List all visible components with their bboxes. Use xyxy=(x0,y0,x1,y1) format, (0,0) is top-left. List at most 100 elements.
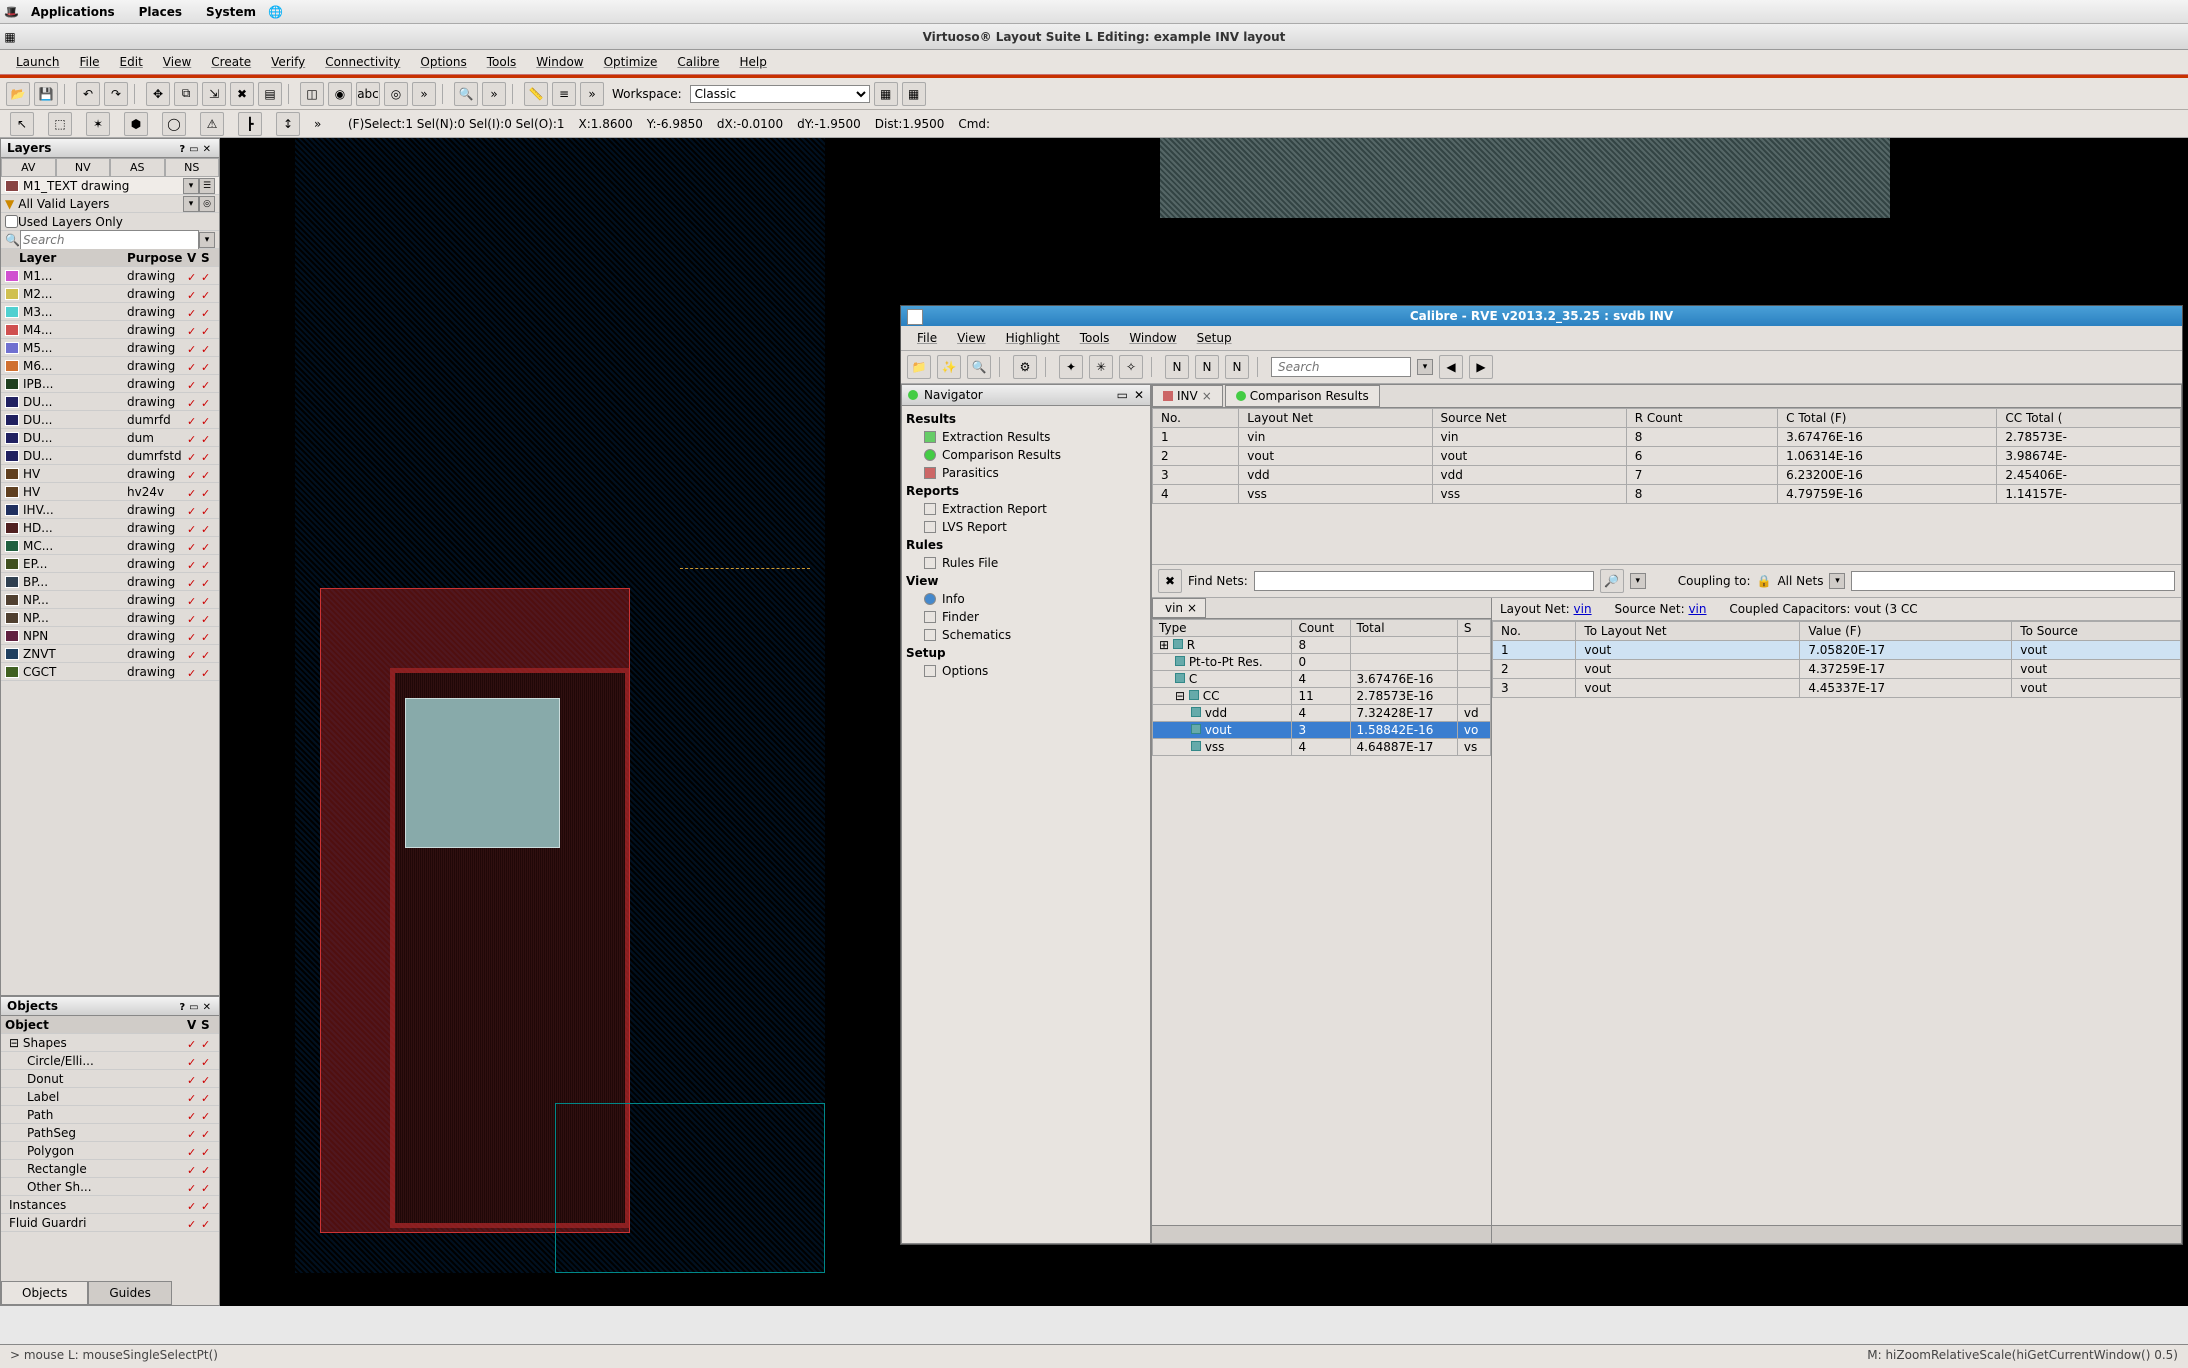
menu-create[interactable]: Create xyxy=(201,52,261,72)
more-icon[interactable]: » xyxy=(314,117,334,131)
col-ctotal[interactable]: C Total (F) xyxy=(1778,409,1997,428)
visible-check[interactable] xyxy=(187,378,201,390)
wire-icon[interactable]: ◎ xyxy=(384,82,408,106)
cmenu-file[interactable]: File xyxy=(907,329,947,347)
col-layout-net[interactable]: Layout Net xyxy=(1239,409,1432,428)
layer-swatch[interactable] xyxy=(5,288,19,300)
visible-check[interactable] xyxy=(187,1055,201,1067)
nav-info[interactable]: Info xyxy=(906,590,1146,608)
close-icon[interactable]: ✖ xyxy=(1158,569,1182,593)
help-icon[interactable]: ? xyxy=(177,144,187,155)
visible-check[interactable] xyxy=(187,432,201,444)
target-icon[interactable]: ◎ xyxy=(199,196,215,212)
visible-check[interactable] xyxy=(187,1163,201,1175)
layer-swatch[interactable] xyxy=(5,432,19,444)
col-count[interactable]: Count xyxy=(1292,620,1350,637)
col-v[interactable]: V xyxy=(187,251,201,265)
highlight-icon[interactable]: ✨ xyxy=(937,355,961,379)
menu-system[interactable]: System xyxy=(194,5,268,19)
layer-swatch[interactable] xyxy=(5,486,19,498)
layer-row[interactable]: M6...drawing xyxy=(1,357,219,375)
select-check[interactable] xyxy=(201,504,215,516)
help-icon[interactable]: ? xyxy=(177,1002,187,1013)
menu-places[interactable]: Places xyxy=(127,5,194,19)
select-check[interactable] xyxy=(201,360,215,372)
find-nets-input[interactable] xyxy=(1254,571,1594,591)
col-to-layout[interactable]: To Layout Net xyxy=(1576,622,1800,641)
current-layer[interactable]: M1_TEXT drawing xyxy=(23,179,183,193)
current-layer-swatch[interactable] xyxy=(5,180,19,192)
type-row[interactable]: Pt-to-Pt Res.0 xyxy=(1153,654,1491,671)
dropdown-icon[interactable]: ▾ xyxy=(1417,359,1433,375)
layer-swatch[interactable] xyxy=(5,576,19,588)
select-check[interactable] xyxy=(201,522,215,534)
visible-check[interactable] xyxy=(187,468,201,480)
type-row[interactable]: ⊞ R8 xyxy=(1153,637,1491,654)
layer-swatch[interactable] xyxy=(5,396,19,408)
layer-row[interactable]: M3...drawing xyxy=(1,303,219,321)
menu-icon[interactable]: ☰ xyxy=(199,178,215,194)
select-check[interactable] xyxy=(201,1181,215,1193)
col-layer[interactable]: Layer xyxy=(19,251,127,265)
zoom-icon[interactable]: 🔍 xyxy=(967,355,991,379)
col-no[interactable]: No. xyxy=(1493,622,1576,641)
visible-check[interactable] xyxy=(187,1145,201,1157)
zoom-icon[interactable]: 🔍 xyxy=(454,82,478,106)
menu-window[interactable]: Window xyxy=(526,52,593,72)
layer-swatch[interactable] xyxy=(5,504,19,516)
lock-icon[interactable]: 🔒 xyxy=(1757,574,1772,588)
layer-swatch[interactable] xyxy=(5,666,19,678)
visible-check[interactable] xyxy=(187,1037,201,1049)
more-icon[interactable]: » xyxy=(412,82,436,106)
select-check[interactable] xyxy=(201,342,215,354)
net-row[interactable]: 4vssvss84.79759E-161.14157E- xyxy=(1153,485,2181,504)
menu-connectivity[interactable]: Connectivity xyxy=(315,52,410,72)
select-check[interactable] xyxy=(201,540,215,552)
stretch-icon[interactable]: ⇲ xyxy=(202,82,226,106)
col-total[interactable]: Total xyxy=(1350,620,1457,637)
visible-check[interactable] xyxy=(187,1073,201,1085)
select-check[interactable] xyxy=(201,1055,215,1067)
object-row[interactable]: Path xyxy=(1,1106,219,1124)
menu-options[interactable]: Options xyxy=(410,52,476,72)
nav-schematics[interactable]: Schematics xyxy=(906,626,1146,644)
inst-icon[interactable]: ◫ xyxy=(300,82,324,106)
net-row[interactable]: 3vddvdd76.23200E-162.45406E- xyxy=(1153,466,2181,485)
col-type[interactable]: Type xyxy=(1153,620,1292,637)
type-row[interactable]: ⊟ CC112.78573E-16 xyxy=(1153,688,1491,705)
select-check[interactable] xyxy=(201,1163,215,1175)
type-row[interactable]: vdd47.32428E-17vd xyxy=(1153,705,1491,722)
layer-swatch[interactable] xyxy=(5,414,19,426)
select-check[interactable] xyxy=(201,666,215,678)
menu-launch[interactable]: Launch xyxy=(6,52,69,72)
select-check[interactable] xyxy=(201,1037,215,1049)
select-icon[interactable]: ↖ xyxy=(10,112,34,136)
dropdown-icon[interactable]: ▾ xyxy=(1630,573,1646,589)
type-row[interactable]: C43.67476E-16 xyxy=(1153,671,1491,688)
visible-check[interactable] xyxy=(187,270,201,282)
source-net-link[interactable]: vin xyxy=(1688,602,1706,616)
calibre-titlebar[interactable]: Calibre - RVE v2013.2_35.25 : svdb INV xyxy=(901,306,2182,326)
nav-finder[interactable]: Finder xyxy=(906,608,1146,626)
tab-ns[interactable]: NS xyxy=(165,158,220,177)
layer-swatch[interactable] xyxy=(5,342,19,354)
dropdown-icon[interactable]: ▾ xyxy=(1829,573,1845,589)
select-check[interactable] xyxy=(201,378,215,390)
tool-icon[interactable]: ⬢ xyxy=(124,112,148,136)
tab-comparison[interactable]: Comparison Results xyxy=(1225,385,1380,407)
undock-icon[interactable]: ▭ xyxy=(187,144,200,155)
menu-tools[interactable]: Tools xyxy=(477,52,527,72)
ruler-icon[interactable]: 📏 xyxy=(524,82,548,106)
layer-swatch[interactable] xyxy=(5,270,19,282)
cmenu-view[interactable]: View xyxy=(947,329,995,347)
select-check[interactable] xyxy=(201,648,215,660)
visible-check[interactable] xyxy=(187,1199,201,1211)
layer-row[interactable]: MC...drawing xyxy=(1,537,219,555)
select-check[interactable] xyxy=(201,1127,215,1139)
close-icon[interactable]: ✕ xyxy=(201,1002,213,1013)
type-row[interactable]: vout31.58842E-16vo xyxy=(1153,722,1491,739)
filter-icon[interactable]: ▼ xyxy=(5,197,14,211)
object-row[interactable]: PathSeg xyxy=(1,1124,219,1142)
search-icon[interactable]: 🔍 xyxy=(5,233,20,247)
col-rcount[interactable]: R Count xyxy=(1626,409,1777,428)
